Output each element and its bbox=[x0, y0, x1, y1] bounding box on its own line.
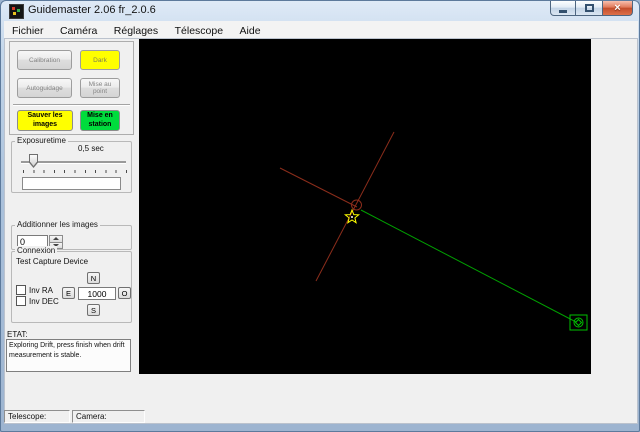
exposure-value: 0,5 sec bbox=[78, 144, 104, 153]
close-button[interactable] bbox=[602, 1, 633, 16]
exposure-slider-thumb[interactable] bbox=[29, 154, 38, 168]
pulse-duration-input[interactable] bbox=[78, 287, 116, 300]
menu-camera[interactable]: Caméra bbox=[54, 23, 103, 39]
window-title: Guidemaster 2.06 fr_2.0.6 bbox=[28, 4, 156, 16]
mise-au-point-button[interactable]: Mise au point bbox=[80, 78, 120, 98]
exposuretime-group: Exposuretime 0,5 sec bbox=[11, 136, 132, 193]
connexion-label: Connexion bbox=[15, 246, 58, 256]
star-centroid-dot bbox=[351, 216, 353, 218]
etat-label: ETAT: bbox=[7, 330, 28, 339]
menu-bar: Fichier Caméra Réglages Télescope Aide bbox=[4, 21, 638, 38]
main-buttons-panel: Calibration Dark Autoguidage Mise au poi… bbox=[9, 41, 134, 135]
client-area: Calibration Dark Autoguidage Mise au poi… bbox=[4, 38, 638, 424]
stepper-up-button[interactable] bbox=[49, 235, 63, 243]
west-button[interactable]: O bbox=[118, 287, 131, 299]
inv-ra-row: Inv RA bbox=[16, 285, 53, 295]
inv-ra-label: Inv RA bbox=[29, 285, 54, 295]
inv-ra-checkbox[interactable] bbox=[16, 285, 26, 295]
guide-line-2 bbox=[360, 209, 577, 323]
close-icon bbox=[614, 2, 620, 15]
exposure-slider-ticks bbox=[23, 170, 127, 173]
exposuretime-label: Exposuretime bbox=[15, 136, 68, 146]
guide-image-area[interactable] bbox=[139, 39, 591, 374]
inv-dec-checkbox[interactable] bbox=[16, 296, 26, 306]
connexion-group: Connexion Test Capture Device N Inv RA I… bbox=[11, 246, 132, 323]
menu-aide[interactable]: Aide bbox=[234, 23, 267, 39]
guide-overlay-svg bbox=[279, 131, 588, 331]
north-button[interactable]: N bbox=[87, 272, 100, 284]
minimize-button[interactable] bbox=[550, 1, 576, 16]
window-controls bbox=[550, 1, 633, 16]
capture-device-name: Test Capture Device bbox=[16, 257, 89, 266]
sauver-les-images-button[interactable]: Sauver les images bbox=[17, 110, 73, 131]
target-diamond bbox=[574, 318, 583, 327]
inv-dec-row: Inv DEC bbox=[16, 296, 59, 306]
mise-en-station-button[interactable]: Mise en station bbox=[80, 110, 120, 131]
dark-button[interactable]: Dark bbox=[80, 50, 120, 70]
panel-separator bbox=[13, 104, 130, 106]
exposure-progress-bar bbox=[22, 177, 121, 190]
minimize-icon bbox=[559, 9, 567, 13]
target-box bbox=[569, 314, 588, 331]
calibration-button[interactable]: Calibration bbox=[17, 50, 72, 70]
south-button[interactable]: S bbox=[87, 304, 100, 316]
maximize-icon bbox=[584, 4, 594, 12]
guide-line-1 bbox=[279, 167, 358, 208]
maximize-button[interactable] bbox=[576, 1, 602, 16]
autoguidage-button[interactable]: Autoguidage bbox=[17, 78, 72, 98]
etat-message-box: Exploring Drift, press finish when drift… bbox=[6, 339, 131, 372]
additionner-label: Additionner les images bbox=[15, 220, 100, 230]
app-window: Guidemaster 2.06 fr_2.0.6 Fichier Caméra… bbox=[0, 0, 640, 432]
menu-telescope[interactable]: Télescope bbox=[169, 23, 229, 39]
status-telescope: Telescope: bbox=[4, 410, 70, 423]
titlebar[interactable]: Guidemaster 2.06 fr_2.0.6 bbox=[1, 1, 639, 21]
app-icon bbox=[9, 4, 24, 19]
east-button[interactable]: E bbox=[62, 287, 75, 299]
arrow-up-icon bbox=[53, 237, 59, 241]
status-camera: Camera: bbox=[72, 410, 145, 423]
menu-fichier[interactable]: Fichier bbox=[6, 23, 50, 39]
menu-reglages[interactable]: Réglages bbox=[108, 23, 164, 39]
inv-dec-label: Inv DEC bbox=[29, 296, 59, 306]
